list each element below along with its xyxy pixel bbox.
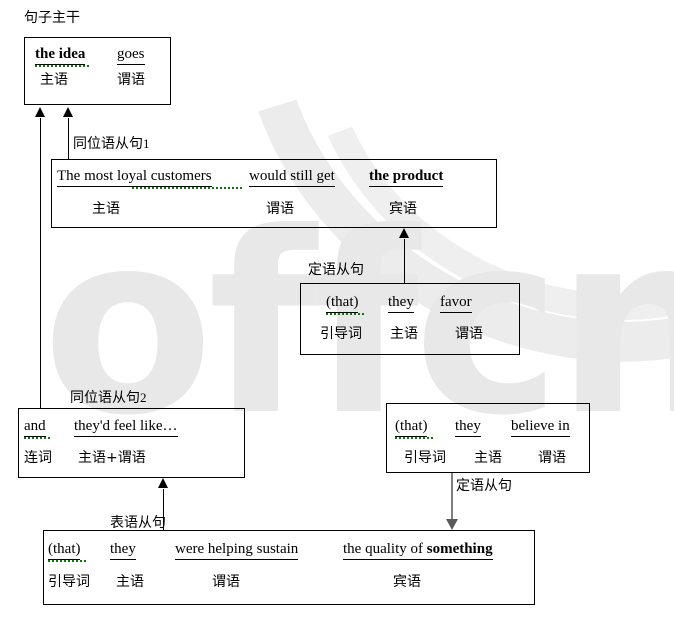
page-title: 句子主干	[24, 10, 80, 26]
arrow-up-icon	[158, 478, 168, 488]
connector-appositive-2-to-main	[40, 118, 41, 408]
grammar-underline-icon	[48, 560, 88, 562]
box-appositive-1	[51, 159, 497, 228]
arrow-down-icon	[446, 519, 458, 530]
connector-label-appositive-1-text: 同位语从句	[73, 136, 143, 152]
connector-label-appositive-2-num: 2	[140, 390, 147, 405]
grammar-underline-icon	[326, 313, 366, 315]
connector-label-appositive-2: 同位语从句2	[70, 390, 147, 406]
connector-label-attributive-1: 定语从句	[308, 262, 364, 278]
connector-label-attributive-2: 定语从句	[456, 478, 512, 494]
connector-attributive-2-to-predicative	[451, 473, 453, 520]
arrow-up-icon	[63, 107, 73, 117]
arrow-up-icon	[399, 228, 409, 238]
box-main-clause	[24, 37, 171, 105]
connector-appositive-1-to-main	[68, 118, 69, 159]
connector-label-predicative: 表语从句	[110, 515, 166, 531]
diagram-canvas: offcn 句子主干 the idea goes 主语 谓语 The most …	[0, 0, 674, 623]
page-title-text: 句子主干	[24, 10, 80, 26]
grammar-underline-icon	[395, 437, 435, 439]
connector-label-appositive-2-text: 同位语从句	[70, 390, 140, 406]
connector-label-appositive-1: 同位语从句1	[73, 136, 150, 152]
connector-label-appositive-1-num: 1	[143, 136, 150, 151]
arrow-up-icon	[35, 107, 45, 117]
grammar-underline-icon	[35, 65, 91, 67]
box-predicative	[43, 530, 535, 605]
box-attributive-1	[300, 283, 520, 355]
grammar-underline-icon	[132, 187, 244, 189]
grammar-underline-icon	[24, 437, 51, 439]
connector-tick-attributive-1	[404, 260, 405, 283]
box-appositive-2	[18, 408, 245, 478]
